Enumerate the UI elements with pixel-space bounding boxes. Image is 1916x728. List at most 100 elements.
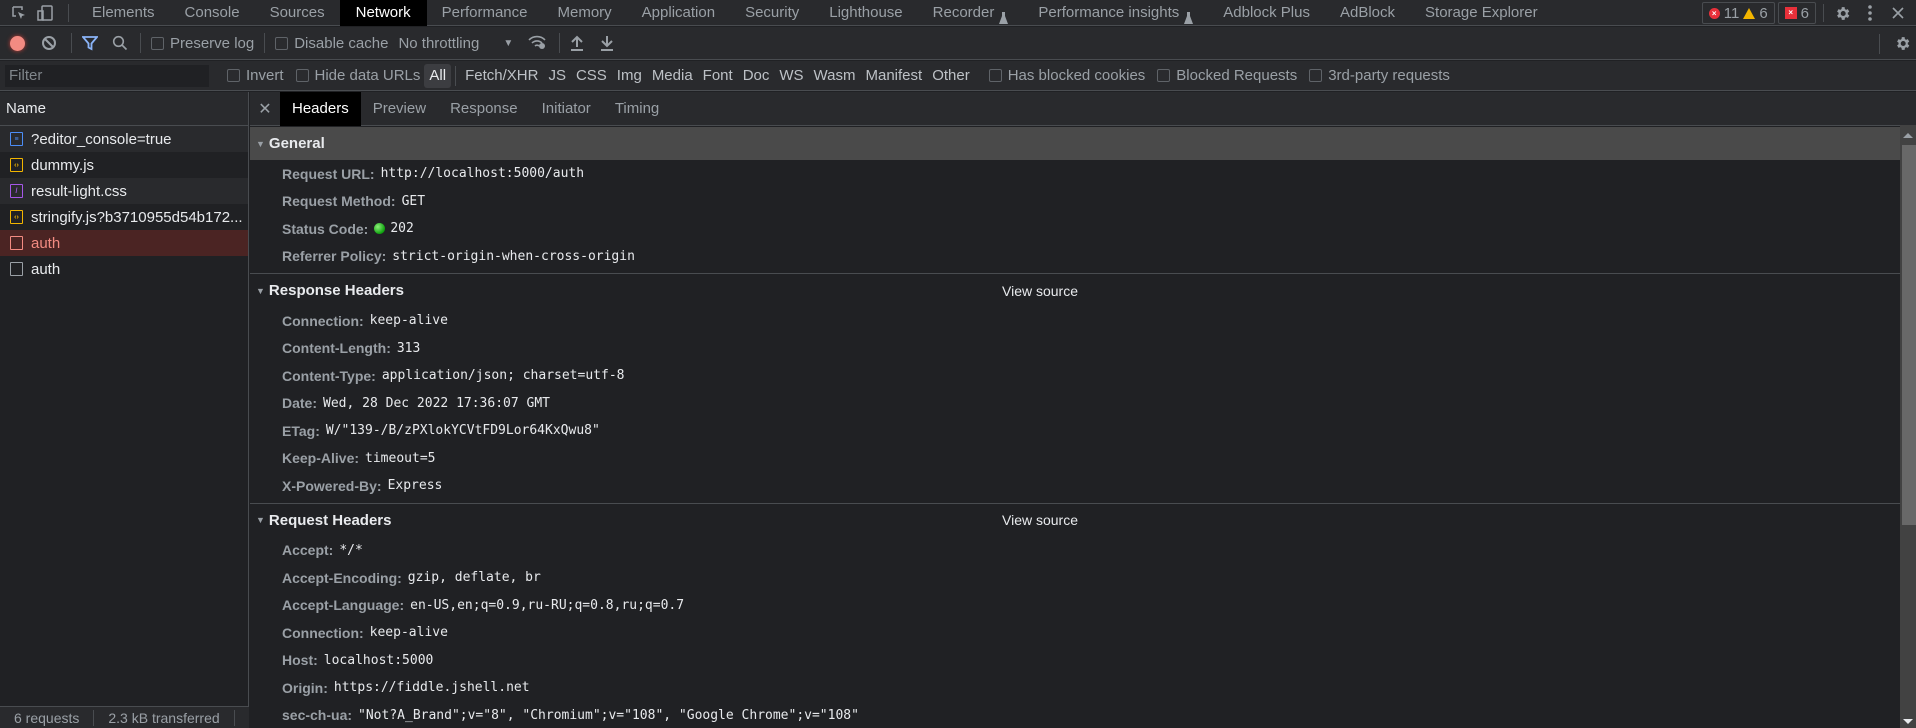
- header-value[interactable]: 202: [390, 221, 413, 236]
- preserve-log-checkbox[interactable]: Preserve log: [151, 35, 254, 52]
- checkbox-box[interactable]: [151, 36, 164, 50]
- header-value[interactable]: en-US,en;q=0.9,ru-RU;q=0.8,ru;q=0.7: [410, 598, 684, 613]
- tab-network[interactable]: Network: [339, 0, 427, 26]
- filter-icon[interactable]: [81, 35, 100, 51]
- network-settings-icon[interactable]: [1888, 31, 1916, 57]
- checkbox-box[interactable]: [227, 69, 240, 82]
- console-errors-warnings-counter[interactable]: × 11 6: [1701, 2, 1775, 24]
- details-tab-preview[interactable]: Preview: [361, 92, 438, 126]
- settings-icon[interactable]: [1828, 0, 1856, 26]
- tab-storage-explorer[interactable]: Storage Explorer: [1410, 0, 1553, 26]
- clear-icon[interactable]: [41, 35, 57, 51]
- request-row[interactable]: ≡ ?editor_console=true: [0, 126, 248, 152]
- type-filter-js[interactable]: JS: [543, 64, 571, 88]
- export-har-icon[interactable]: [600, 35, 616, 51]
- type-filter-all[interactable]: All: [424, 63, 452, 88]
- network-conditions-icon[interactable]: [527, 34, 549, 52]
- header-value[interactable]: keep-alive: [370, 313, 448, 328]
- header-value[interactable]: Wed, 28 Dec 2022 17:36:07 GMT: [323, 396, 550, 411]
- details-tab-response[interactable]: Response: [438, 92, 530, 126]
- header-value[interactable]: http://localhost:5000/auth: [381, 166, 585, 181]
- checkbox-box[interactable]: [1157, 69, 1171, 82]
- import-har-icon[interactable]: [570, 35, 586, 51]
- request-row[interactable]: auth: [0, 230, 248, 256]
- type-filter-fetch-xhr[interactable]: Fetch/XHR: [460, 64, 543, 88]
- details-tab-headers[interactable]: Headers: [280, 91, 361, 126]
- script-icon: ‹›: [10, 210, 23, 224]
- tab-memory[interactable]: Memory: [543, 0, 627, 26]
- name-column-header[interactable]: Name: [0, 92, 248, 126]
- header-value[interactable]: W/"139-/B/zPXlokYCVtFD9Lor64KxQwu8": [326, 423, 600, 438]
- device-toolbar-icon[interactable]: [32, 0, 58, 26]
- tab-recorder[interactable]: Recorder: [918, 0, 1024, 26]
- issues-counter[interactable]: × 6: [1777, 2, 1816, 24]
- type-filter-img[interactable]: Img: [612, 64, 647, 88]
- type-filter-wasm[interactable]: Wasm: [809, 64, 861, 88]
- tab-elements[interactable]: Elements: [77, 0, 170, 26]
- checkbox-box[interactable]: [295, 69, 309, 82]
- close-details-icon[interactable]: ✕: [250, 99, 280, 119]
- type-filter-media[interactable]: Media: [647, 64, 698, 88]
- header-value[interactable]: timeout=5: [365, 451, 435, 466]
- scroll-down-arrow-icon[interactable]: [1903, 719, 1913, 724]
- has-blocked-cookies-checkbox[interactable]: Has blocked cookies: [988, 67, 1146, 84]
- details-tab-timing[interactable]: Timing: [603, 92, 671, 126]
- request-row[interactable]: ‹› stringify.js?b3710955d54b172...: [0, 204, 248, 230]
- hide-data-urls-checkbox[interactable]: Hide data URLs: [295, 67, 420, 84]
- header-value[interactable]: */*: [339, 543, 362, 558]
- checkbox-box[interactable]: [275, 36, 289, 50]
- tab-adblock-plus[interactable]: Adblock Plus: [1208, 0, 1325, 26]
- type-filter-font[interactable]: Font: [698, 64, 738, 88]
- header-value[interactable]: GET: [402, 194, 425, 209]
- header-value[interactable]: https://fiddle.jshell.net: [334, 680, 530, 695]
- header-value[interactable]: 313: [397, 341, 420, 356]
- blocked-requests-checkbox[interactable]: Blocked Requests: [1157, 67, 1297, 84]
- details-scrollbar[interactable]: [1900, 125, 1916, 728]
- scroll-up-arrow-icon[interactable]: [1903, 133, 1913, 138]
- type-filter-manifest[interactable]: Manifest: [861, 64, 928, 88]
- tab-adblock[interactable]: AdBlock: [1325, 0, 1410, 26]
- header-value[interactable]: application/json; charset=utf-8: [382, 368, 625, 383]
- view-source-link[interactable]: View source: [1002, 512, 1078, 528]
- type-filter-doc[interactable]: Doc: [738, 64, 775, 88]
- inspect-element-icon[interactable]: [6, 0, 32, 26]
- invert-checkbox[interactable]: Invert: [227, 67, 284, 84]
- header-value[interactable]: strict-origin-when-cross-origin: [392, 249, 635, 264]
- tab-performance[interactable]: Performance: [427, 0, 543, 26]
- response-headers-section-header[interactable]: ▼ Response Headers View source: [250, 274, 1900, 307]
- has-blocked-cookies-label: Has blocked cookies: [1007, 67, 1146, 84]
- checkbox-box[interactable]: [988, 69, 1002, 82]
- request-headers-section-header[interactable]: ▼ Request Headers View source: [250, 504, 1900, 537]
- third-party-requests-checkbox[interactable]: 3rd-party requests: [1309, 67, 1450, 84]
- general-section-header[interactable]: ▼ General: [250, 127, 1900, 160]
- close-devtools-icon[interactable]: [1884, 0, 1912, 26]
- disable-cache-checkbox[interactable]: Disable cache: [275, 35, 388, 52]
- tab-console[interactable]: Console: [170, 0, 255, 26]
- throttling-select[interactable]: No throttling ▼: [398, 35, 513, 52]
- filter-input[interactable]: [5, 64, 209, 87]
- scrollbar-thumb[interactable]: [1902, 145, 1916, 525]
- header-value[interactable]: Express: [388, 478, 443, 493]
- tab-performance-insights[interactable]: Performance insights: [1023, 0, 1208, 26]
- header-value[interactable]: gzip, deflate, br: [408, 570, 541, 585]
- search-icon[interactable]: [112, 35, 130, 51]
- tab-application[interactable]: Application: [627, 0, 730, 26]
- tab-security[interactable]: Security: [730, 0, 814, 26]
- header-value[interactable]: keep-alive: [370, 625, 448, 640]
- header-row: sec-ch-ua: "Not?A_Brand";v="8", "Chromium…: [250, 702, 1900, 728]
- record-button[interactable]: [10, 35, 25, 51]
- view-source-link[interactable]: View source: [1002, 283, 1078, 299]
- type-filter-css[interactable]: CSS: [571, 64, 612, 88]
- checkbox-box[interactable]: [1309, 69, 1323, 82]
- details-tab-initiator[interactable]: Initiator: [530, 92, 603, 126]
- request-row[interactable]: / result-light.css: [0, 178, 248, 204]
- request-row[interactable]: ‹› dummy.js: [0, 152, 248, 178]
- header-value[interactable]: "Not?A_Brand";v="8", "Chromium";v="108",…: [358, 708, 859, 723]
- tab-lighthouse[interactable]: Lighthouse: [814, 0, 917, 26]
- more-options-icon[interactable]: [1856, 0, 1884, 26]
- type-filter-other[interactable]: Other: [927, 64, 975, 88]
- request-row[interactable]: auth: [0, 256, 248, 282]
- type-filter-ws[interactable]: WS: [774, 64, 808, 88]
- tab-sources[interactable]: Sources: [255, 0, 340, 26]
- header-value[interactable]: localhost:5000: [324, 653, 434, 668]
